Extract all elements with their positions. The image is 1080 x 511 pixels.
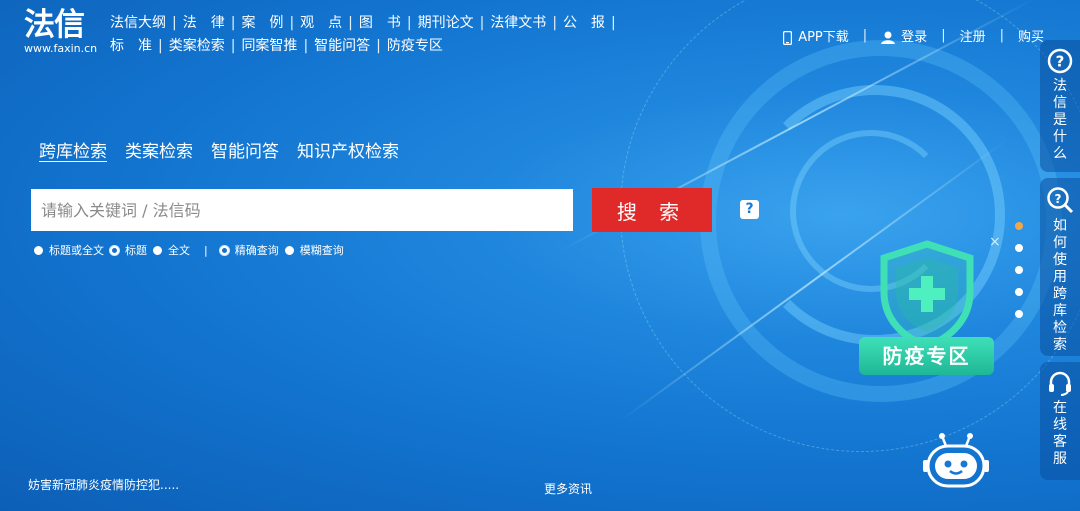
nav-item-smart-qa[interactable]: 智能问答 <box>314 38 370 54</box>
carousel-dot[interactable] <box>1015 288 1023 296</box>
option-title[interactable]: 标题 <box>110 242 147 258</box>
option-fuzzy-match[interactable]: 模糊查询 <box>284 242 344 258</box>
svg-text:?: ? <box>1056 53 1065 71</box>
nav-item-cases[interactable]: 案 例 <box>241 15 283 31</box>
radio-icon <box>284 245 294 255</box>
tab-ip-search[interactable]: 知识产权检索 <box>297 137 399 162</box>
nav-item-documents[interactable]: 法律文书 <box>490 15 546 31</box>
carousel-dot[interactable] <box>1015 310 1023 318</box>
nav-row-2: 标 准 | 类案检索 | 同案智推 | 智能问答 | 防疫专区 <box>110 38 443 54</box>
sidebar-label: 在线客服 <box>1053 400 1067 467</box>
nav-item-case-recommend[interactable]: 同案智推 <box>241 38 297 54</box>
radio-checked-icon <box>219 245 229 255</box>
nav-item-outline[interactable]: 法信大纲 <box>110 15 166 31</box>
shield-plus-icon[interactable] <box>876 240 978 348</box>
radio-checked-icon <box>110 245 119 255</box>
nav-item-books[interactable]: 图 书 <box>359 15 401 31</box>
robot-assistant-icon[interactable] <box>922 432 990 492</box>
headset-icon <box>1049 371 1071 396</box>
option-exact-match[interactable]: 精确查询 <box>219 242 279 258</box>
radio-icon <box>153 245 162 255</box>
options-divider: | <box>204 243 208 257</box>
mobile-phone-icon <box>783 30 793 45</box>
logo-url: www.faxin.cn <box>24 42 98 55</box>
carousel-dot[interactable] <box>1015 222 1023 230</box>
buy-link[interactable]: 购买 <box>1018 26 1044 45</box>
logo-mark: 法信 <box>24 7 85 43</box>
nav-item-similar-case-search[interactable]: 类案检索 <box>169 38 225 54</box>
site-logo[interactable]: 法信 www.faxin.cn <box>24 8 102 55</box>
close-icon[interactable]: × <box>989 234 1001 250</box>
tab-cross-database-search[interactable]: 跨库检索 <box>39 137 107 162</box>
sidebar-how-to-search[interactable]: ? 如何使用跨库检索 <box>1040 178 1080 356</box>
nav-item-standards[interactable]: 标 准 <box>110 38 152 54</box>
carousel-indicators <box>1015 222 1023 318</box>
user-icon <box>881 31 896 44</box>
user-links: APP下载 | 登录 | 注册 | 购买 <box>783 26 1044 45</box>
app-download-link[interactable]: APP下载 <box>783 26 849 45</box>
question-circle-icon: ? <box>1047 48 1073 74</box>
nav-item-law[interactable]: 法 律 <box>183 15 225 31</box>
sidebar-label: 法信是什么 <box>1053 78 1067 162</box>
search-button[interactable]: 搜 索 <box>592 188 712 232</box>
main-nav: 法信大纲 | 法 律 | 案 例 | 观 点 | 图 书 | 期刊论文 | 法律文书 | 公 报 | 标 准 |… <box>110 12 730 58</box>
news-ticker[interactable]: 妨害新冠肺炎疫情防控犯..... <box>28 476 179 493</box>
nav-item-journals[interactable]: 期刊论文 <box>418 15 474 31</box>
option-title-or-fulltext[interactable]: 标题或全文 <box>34 242 104 258</box>
carousel-dot[interactable] <box>1015 266 1023 274</box>
tab-similar-case-search[interactable]: 类案检索 <box>125 137 193 162</box>
nav-item-views[interactable]: 观 点 <box>300 15 342 31</box>
search-tabs: 跨库检索 类案检索 智能问答 知识产权检索 <box>39 137 399 162</box>
login-link[interactable]: 登录 <box>881 26 927 45</box>
radio-icon <box>34 245 43 255</box>
sidebar-online-service[interactable]: 在线客服 <box>1040 362 1080 480</box>
option-fulltext[interactable]: 全文 <box>153 242 190 258</box>
nav-item-epidemic-zone[interactable]: 防疫专区 <box>387 38 443 54</box>
sidebar-label: 如何使用跨库检索 <box>1053 218 1067 353</box>
tab-smart-qa[interactable]: 智能问答 <box>211 137 279 162</box>
register-link[interactable]: 注册 <box>960 26 986 45</box>
search-question-icon: ? <box>1047 187 1074 214</box>
search-options: 标题或全文 标题 全文 | 精确查询 模糊查询 <box>34 242 350 258</box>
nav-row-1: 法信大纲 | 法 律 | 案 例 | 观 点 | 图 书 | 期刊论文 | 法律文书 | 公 报 | <box>110 15 616 31</box>
carousel-dot[interactable] <box>1015 244 1023 252</box>
nav-item-gazette[interactable]: 公 报 <box>563 15 605 31</box>
search-input[interactable] <box>31 189 573 231</box>
epidemic-zone-badge[interactable]: 防疫专区 <box>859 337 994 375</box>
svg-text:?: ? <box>1055 192 1062 206</box>
sidebar-what-is-faxin[interactable]: ? 法信是什么 <box>1040 40 1080 172</box>
search-help-button[interactable]: ? <box>740 200 759 219</box>
more-news-link[interactable]: 更多资讯 <box>544 480 592 497</box>
